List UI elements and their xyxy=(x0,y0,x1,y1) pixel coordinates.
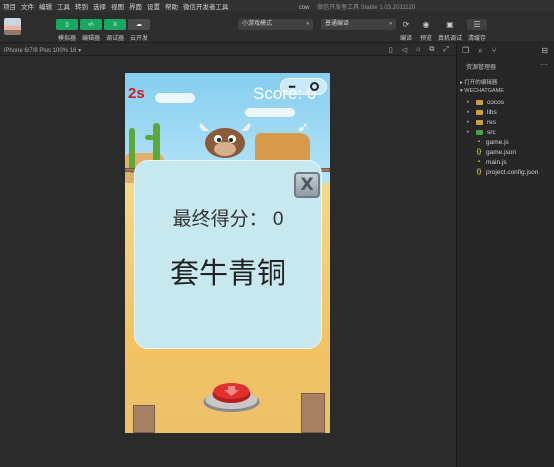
popout-icon[interactable]: ⤢ xyxy=(443,46,449,54)
more-icon[interactable]: ··· xyxy=(540,60,548,69)
chevron-right-icon: ▸ xyxy=(467,119,470,125)
chevron-right-icon: ▸ xyxy=(467,109,470,115)
cloud-dev-button[interactable]: ☁ xyxy=(128,19,150,30)
json-file-icon: {} xyxy=(476,169,482,175)
toolbar: ▯ 模拟器 ‹/› 编辑器 ≡ 调试器 ☁ 云开发 小游戏模式 ▾ 普通编译 ▾… xyxy=(0,11,554,43)
tree-file[interactable]: ▪ main.js xyxy=(467,157,507,167)
remote-debug-label: 真机调试 xyxy=(437,36,462,42)
rank-title: 套牛青铜 xyxy=(169,258,286,290)
js-file-icon: ▪ xyxy=(477,159,481,165)
compile-select[interactable]: 普通编译 ▾ xyxy=(321,19,396,30)
mode-select[interactable]: 小游戏模式 ▾ xyxy=(238,19,313,30)
tree-item-label: src xyxy=(487,128,496,136)
eye-icon: ◉ xyxy=(422,20,430,29)
tree-file[interactable]: {} project.config.json xyxy=(467,167,539,177)
tree-item-label: project.config.json xyxy=(486,168,539,176)
folder-icon xyxy=(476,109,483,115)
rotate-icon[interactable]: ⧉ xyxy=(429,46,434,54)
simulator-toggle-button[interactable]: ▯ xyxy=(56,19,78,30)
debugger-toggle-button[interactable]: ≡ xyxy=(104,19,126,30)
layers-icon: ☰ xyxy=(473,20,481,29)
result-dialog: X 最终得分： 0 套牛青铜 xyxy=(134,160,322,349)
simulator-icons: ▯ ◁ ⌂ ⧉ ⤢ xyxy=(389,46,449,54)
refresh-icon: ⟳ xyxy=(402,20,410,29)
bull-character xyxy=(199,123,251,158)
clear-cache-label: 清缓存 xyxy=(467,36,486,42)
js-file-icon: ▪ xyxy=(477,139,481,145)
avatar[interactable] xyxy=(4,18,21,35)
miniprogram-capsule: ••• xyxy=(280,78,327,95)
branch-icon[interactable]: ⑂ xyxy=(492,46,497,56)
clear-cache-button[interactable]: ☰ xyxy=(467,19,487,30)
preview-button[interactable]: ◉ xyxy=(419,19,433,30)
mode-select-value: 小游戏模式 xyxy=(242,21,273,27)
debug-icon: ≡ xyxy=(113,21,117,28)
post-decoration xyxy=(301,393,325,433)
more-icon[interactable]: ••• xyxy=(288,82,296,92)
explorer-toolbar: ❐ ⌕ ⑂ xyxy=(462,46,496,56)
tree-item-label: res xyxy=(487,118,497,126)
close-icon: X xyxy=(300,175,314,195)
cloud-icon: ☁ xyxy=(136,22,142,28)
project-root-section[interactable]: ▾ WECHATGAME xyxy=(460,88,504,94)
tree-folder[interactable]: ▸ res xyxy=(467,117,496,127)
open-editors-label: 打开的编辑器 xyxy=(464,80,498,86)
compile-select-value: 普通编译 xyxy=(325,21,350,27)
tree-file[interactable]: {} game.json xyxy=(467,147,516,157)
post-decoration xyxy=(133,405,155,433)
explorer-title: 资源管理器 xyxy=(466,65,497,71)
bird-decoration: ➶ xyxy=(297,119,309,135)
tree-item-label: cocos xyxy=(487,98,504,106)
window-title: cow 微信开发者工具 Stable 1.03.2011120 xyxy=(0,2,554,11)
open-editors-section[interactable]: ▸ 打开的编辑器 xyxy=(460,78,497,86)
tree-item-label: game.json xyxy=(486,148,516,156)
search-icon[interactable]: ⌕ xyxy=(478,46,482,56)
game-screen[interactable]: ➶ 2s Score: 0 ••• X 最终得分： 0 套牛青铜 xyxy=(125,73,330,433)
explorer-panel: ❐ ⌕ ⑂ ⊟ 资源管理器 ··· ▸ 打开的编辑器 ▾ WECHATGAME … xyxy=(456,44,554,467)
project-root-label: WECHATGAME xyxy=(464,88,504,94)
cactus-decoration xyxy=(145,135,154,140)
remote-debug-button[interactable]: ▣ xyxy=(443,19,457,30)
chevron-right-icon: ▸ xyxy=(467,99,470,105)
phone-icon[interactable]: ▯ xyxy=(389,46,393,54)
folder-icon xyxy=(476,119,483,125)
lasso-button[interactable] xyxy=(202,380,261,413)
device-icon: ▣ xyxy=(446,20,454,29)
home-icon[interactable]: ⌂ xyxy=(416,46,420,54)
layout-icon[interactable]: ⊟ xyxy=(541,46,548,55)
chevron-down-icon: ▾ xyxy=(306,21,309,27)
code-icon: ‹/› xyxy=(88,21,94,28)
final-score-text: 最终得分： 0 xyxy=(172,209,284,230)
folder-icon xyxy=(476,129,483,135)
tree-folder[interactable]: ▸ src xyxy=(467,127,496,137)
tree-item-label: main.js xyxy=(486,158,507,166)
tree-file[interactable]: ▪ game.js xyxy=(467,137,509,147)
volume-icon[interactable]: ◁ xyxy=(402,46,407,54)
tree-folder[interactable]: ▸ cocos xyxy=(467,97,504,107)
files-icon[interactable]: ❐ xyxy=(462,46,469,56)
tree-item-label: game.js xyxy=(486,138,509,146)
close-button[interactable]: X xyxy=(294,172,320,198)
menu-bar: 项目 文件 编辑 工具 转到 选择 视图 界面 设置 帮助 微信开发者工具 co… xyxy=(0,0,554,11)
cactus-decoration xyxy=(129,128,135,173)
close-circle-icon[interactable] xyxy=(309,82,319,91)
compile-button[interactable]: ⟳ xyxy=(399,19,413,30)
editor-toggle-button[interactable]: ‹/› xyxy=(80,19,102,30)
json-file-icon: {} xyxy=(476,149,482,155)
cloud-label: 云开发 xyxy=(129,36,148,42)
tree-item-label: libs xyxy=(487,108,497,116)
chevron-right-icon: ▸ xyxy=(467,129,470,135)
cloud-decoration xyxy=(245,108,295,117)
phone-icon: ▯ xyxy=(65,22,69,28)
chevron-down-icon: ▾ xyxy=(389,21,392,27)
chevron-down-icon: ▾ xyxy=(78,48,82,54)
cloud-decoration xyxy=(155,93,195,103)
folder-icon xyxy=(476,99,483,105)
game-timer: 2s xyxy=(128,85,145,102)
simulator-header: iPhone 6/7/8 Plus 100% 16 ▾ ▯ ◁ ⌂ ⧉ ⤢ xyxy=(0,44,455,56)
tree-folder[interactable]: ▸ libs xyxy=(467,107,497,117)
device-select-value: iPhone 6/7/8 Plus 100% 16 xyxy=(4,48,77,54)
device-select[interactable]: iPhone 6/7/8 Plus 100% 16 ▾ xyxy=(4,47,81,54)
